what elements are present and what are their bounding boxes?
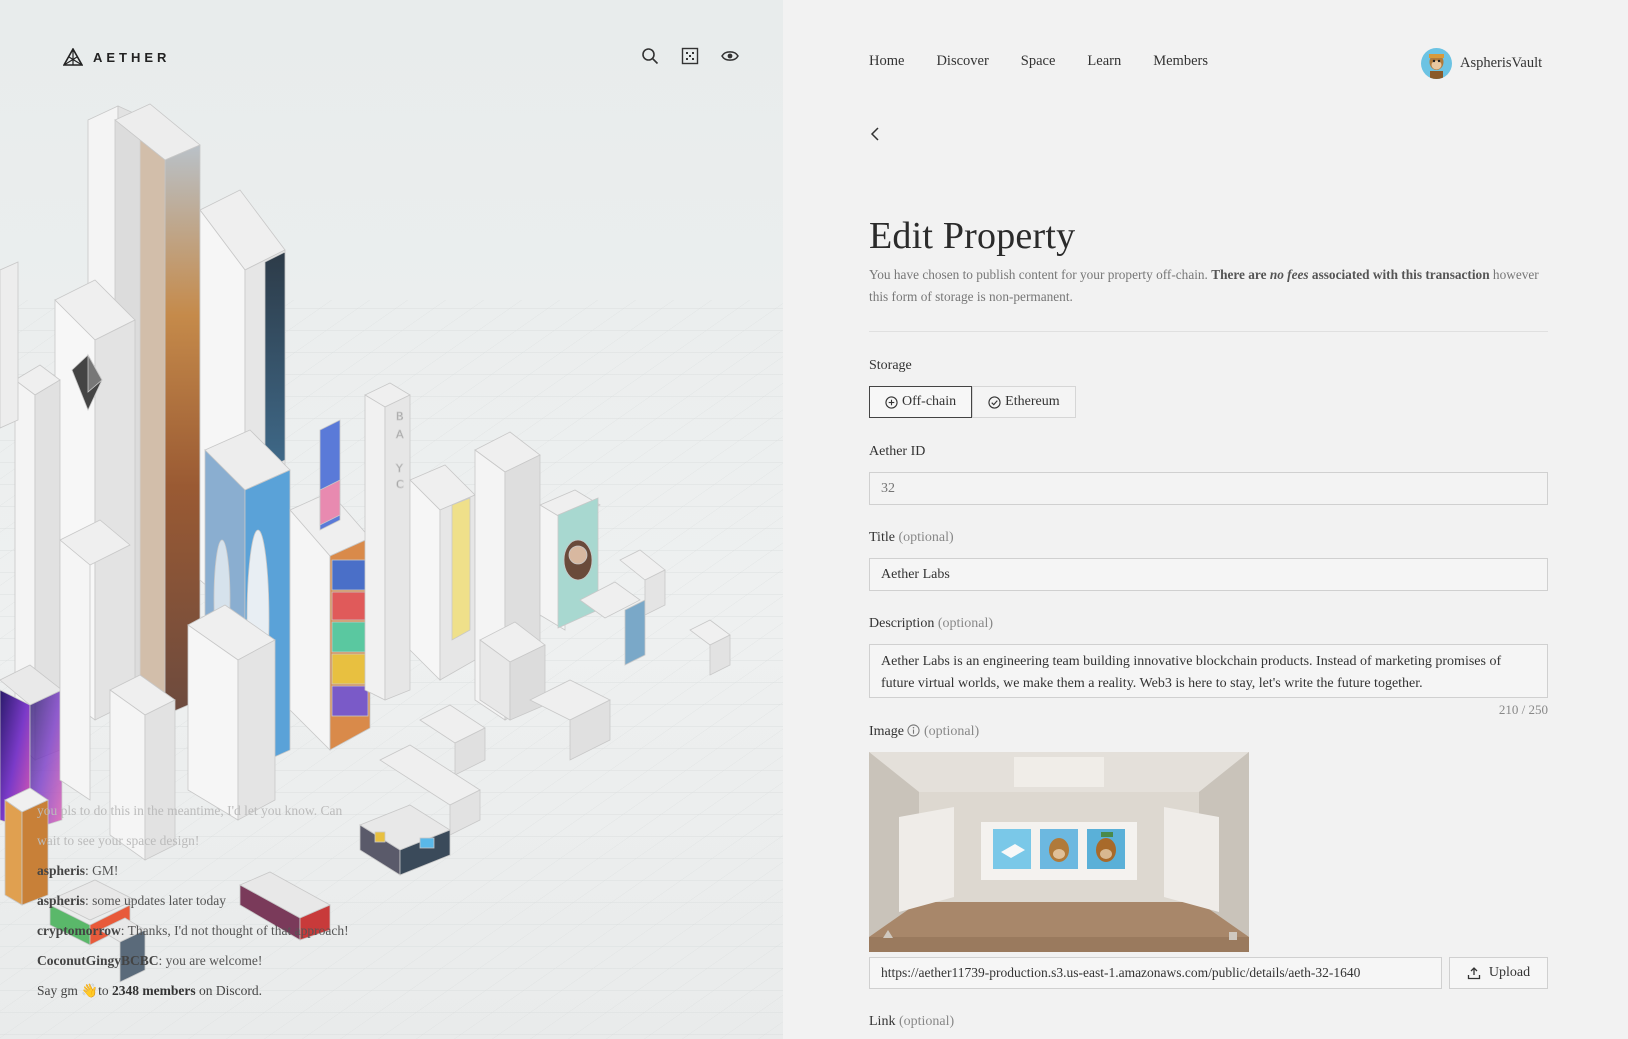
intro-text: You have chosen to publish content for y… <box>869 267 1539 304</box>
check-circle-icon <box>988 395 1001 409</box>
brand-name: AETHER <box>93 49 171 65</box>
nav-learn[interactable]: Learn <box>1087 53 1121 70</box>
chat-message: you pls to do this in the meantime, I'd … <box>37 801 457 831</box>
description-textarea[interactable]: Aether Labs is an engineering team build… <box>869 644 1548 698</box>
chat-username[interactable]: aspheris <box>37 893 85 908</box>
edit-panel: Home Discover Space Learn Members Aspher… <box>783 0 1628 1039</box>
image-url-input[interactable]: https://aether11739-production.s3.us-eas… <box>869 957 1442 989</box>
description-label: Description (optional) <box>869 616 994 631</box>
svg-text:A: A <box>396 428 404 441</box>
map-grid-icon[interactable] <box>681 47 699 65</box>
view-toolbar <box>641 47 739 65</box>
title-label: Title (optional) <box>869 530 954 545</box>
page-title: Edit Property <box>869 215 1076 257</box>
aether-id-input[interactable] <box>869 472 1548 505</box>
chat-message-text: : GM! <box>85 863 119 878</box>
chat-message: CoconutGingyBCBC: you are welcome! <box>37 951 457 981</box>
nav-members[interactable]: Members <box>1153 53 1208 70</box>
user-menu[interactable]: AspherisVault <box>1421 48 1542 79</box>
nav-home[interactable]: Home <box>869 53 904 70</box>
chat-username[interactable]: cryptomorrow <box>37 923 121 938</box>
nav-space[interactable]: Space <box>1021 53 1056 70</box>
chat-username[interactable]: aspheris <box>37 863 85 878</box>
description-char-counter: 210 / 250 <box>1498 702 1548 717</box>
upload-icon <box>1467 967 1481 980</box>
svg-text:B: B <box>396 410 404 423</box>
main-nav: Home Discover Space Learn Members <box>869 53 1208 70</box>
image-label: Image (optional) <box>869 724 980 739</box>
chat-message: aspheris: GM! <box>37 861 457 891</box>
upload-button[interactable]: Upload <box>1449 957 1548 989</box>
aether-id-label: Aether ID <box>869 444 926 459</box>
city-panel[interactable]: B A Y C AETHER you pls to do this in the… <box>0 0 783 1039</box>
chat-message: wait to see your space design! <box>37 831 457 861</box>
title-input[interactable] <box>869 558 1548 591</box>
chat-message-text: : some updates later today <box>85 893 226 908</box>
nav-discover[interactable]: Discover <box>936 53 988 70</box>
aether-logo-icon <box>63 48 83 66</box>
user-name[interactable]: AspherisVault <box>1460 55 1542 72</box>
svg-text:Y: Y <box>395 462 403 475</box>
eye-icon[interactable] <box>721 47 739 65</box>
image-preview <box>869 752 1249 952</box>
search-icon[interactable] <box>641 47 659 65</box>
storage-option-ethereum[interactable]: Ethereum <box>972 386 1076 418</box>
chat-message: cryptomorrow: Thanks, I'd not thought of… <box>37 921 457 951</box>
back-chevron-icon[interactable] <box>866 124 886 144</box>
chat-message-text: you pls to do this in the meantime, I'd … <box>37 803 343 818</box>
chat-feed: you pls to do this in the meantime, I'd … <box>37 801 457 1011</box>
discord-callout[interactable]: Say gm 👋to 2348 members on Discord. <box>37 981 457 1011</box>
link-label: Link (optional) <box>869 1014 955 1029</box>
discord-member-count: 2348 members <box>111 983 196 998</box>
storage-toggle: Off-chain Ethereum <box>869 386 1076 418</box>
storage-option-offchain[interactable]: Off-chain <box>869 386 973 418</box>
brand-logo[interactable]: AETHER <box>63 48 170 66</box>
plus-circle-icon <box>885 395 898 409</box>
divider <box>869 331 1548 332</box>
chat-username[interactable]: CoconutGingyBCBC <box>37 953 159 968</box>
avatar[interactable] <box>1421 48 1452 79</box>
wave-emoji-icon: 👋 <box>81 983 99 998</box>
chat-message-text: wait to see your space design! <box>37 833 200 848</box>
chat-message-text: : Thanks, I'd not thought of that approa… <box>120 923 349 938</box>
info-icon[interactable] <box>907 724 921 737</box>
chat-message-text: : you are welcome! <box>158 953 263 968</box>
svg-text:C: C <box>396 478 404 491</box>
storage-label: Storage <box>869 358 912 373</box>
chat-message: aspheris: some updates later today <box>37 891 457 921</box>
